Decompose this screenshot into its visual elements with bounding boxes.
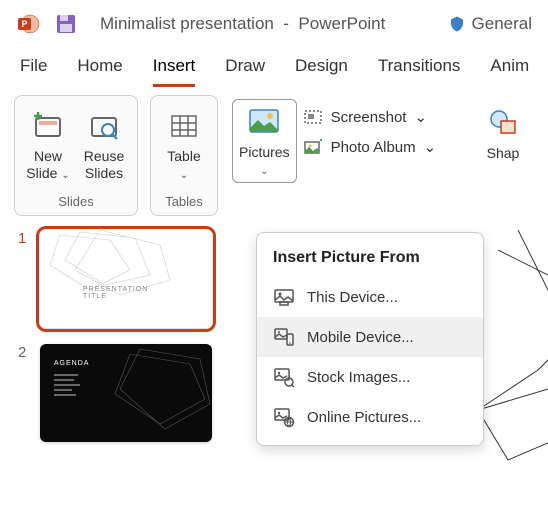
group-label-tables: Tables [165, 190, 203, 215]
insert-picture-dropdown: Insert Picture From This Device... Mobil… [256, 232, 484, 446]
ribbon-group-tables: Table⌄ Tables [150, 95, 218, 216]
pictures-button[interactable]: Pictures⌄ [232, 99, 297, 183]
chevron-down-icon: ⌄ [414, 108, 427, 126]
stock-images-icon [273, 366, 295, 388]
ribbon-group-images: Pictures⌄ Screenshot ⌄ Photo Album ⌄ [230, 95, 438, 187]
table-button[interactable]: Table⌄ [159, 104, 209, 186]
slide-title: PRESENTATION TITLE [83, 286, 169, 300]
slide-number: 1 [18, 230, 30, 328]
device-icon [273, 286, 295, 308]
menu-design[interactable]: Design [295, 56, 348, 87]
powerpoint-app-icon: P [16, 12, 40, 36]
slide-number: 2 [18, 344, 30, 442]
screenshot-icon [303, 107, 323, 127]
dropdown-title: Insert Picture From [257, 241, 483, 277]
menu-file[interactable]: File [20, 56, 47, 87]
document-title: Minimalist presentation - PowerPoint [100, 14, 434, 34]
slide-thumbnail-pane[interactable]: 1 PRESENTATION TITLE 2 AGENDA [0, 220, 220, 458]
shapes-button[interactable]: Shap [478, 101, 528, 166]
slide-thumbnail-2[interactable]: AGENDA [40, 344, 212, 442]
dropdown-item-online-pictures[interactable]: Online Pictures... [257, 397, 483, 437]
reuse-slides-button[interactable]: Reuse Slides [79, 104, 129, 186]
menu-insert[interactable]: Insert [153, 56, 196, 87]
menu-draw[interactable]: Draw [225, 56, 265, 87]
slide-thumbnail-1[interactable]: PRESENTATION TITLE [40, 230, 212, 328]
photo-album-button[interactable]: Photo Album ⌄ [303, 137, 437, 157]
slide-title: AGENDA [54, 360, 90, 367]
screenshot-button[interactable]: Screenshot ⌄ [303, 107, 437, 127]
dropdown-item-stock-images[interactable]: Stock Images... [257, 357, 483, 397]
dropdown-item-mobile-device[interactable]: Mobile Device... [257, 317, 483, 357]
ribbon-group-shapes: Shap [472, 95, 534, 166]
mobile-icon [273, 326, 295, 348]
menu-transitions[interactable]: Transitions [378, 56, 461, 87]
group-label-slides: Slides [58, 190, 93, 215]
online-pictures-icon [273, 406, 295, 428]
menu-animations[interactable]: Anim [490, 56, 529, 87]
save-icon[interactable] [54, 12, 78, 36]
svg-text:P: P [21, 19, 27, 29]
chevron-down-icon: ⌄ [424, 138, 437, 156]
new-slide-button[interactable]: New Slide ⌄ [23, 104, 73, 186]
menu-home[interactable]: Home [77, 56, 122, 87]
ribbon-group-slides: New Slide ⌄ Reuse Slides Slides [14, 95, 138, 216]
photo-album-icon [303, 137, 323, 157]
security-badge[interactable]: General [448, 14, 532, 34]
dropdown-item-this-device[interactable]: This Device... [257, 277, 483, 317]
